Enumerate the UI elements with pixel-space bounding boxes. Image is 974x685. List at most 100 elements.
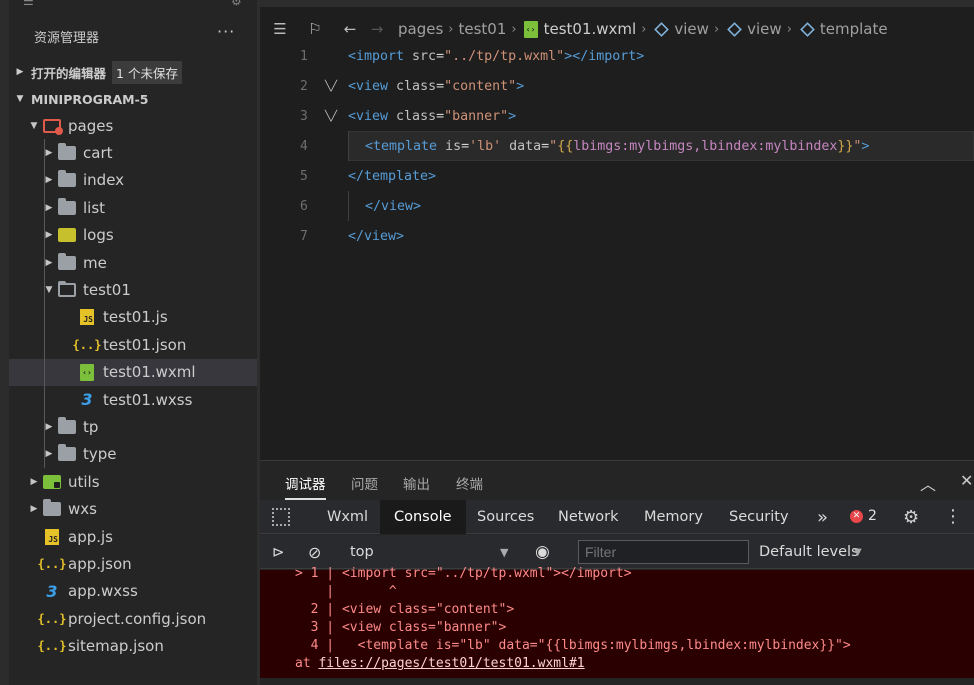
tree-item[interactable]: ▶ cart [9, 139, 260, 167]
breadcrumb-item[interactable]: view [674, 20, 709, 38]
tree-item[interactable]: ▶ type [9, 440, 260, 469]
devtools-tab-console[interactable]: Console [380, 500, 466, 534]
tree-item[interactable]: ‹› test01.wxml [9, 358, 260, 386]
tree-item[interactable]: {..} sitemap.json [9, 632, 260, 659]
tree-item[interactable]: ▶ wxs [9, 495, 260, 522]
js-file-icon: JS [80, 309, 94, 326]
project-section[interactable]: ▼ MINIPROGRAM-5 [9, 86, 260, 112]
devtools-tab-security[interactable]: Security [717, 500, 801, 534]
close-icon[interactable]: ✕ [960, 471, 973, 490]
devtools-tab-memory[interactable]: Memory [632, 500, 715, 534]
tree-item[interactable]: {..} project.config.json [9, 605, 260, 632]
tab-debugger[interactable]: 调试器 [285, 473, 326, 500]
wxml-file-icon: ‹› [523, 20, 538, 38]
tab-output[interactable]: 输出 [403, 473, 430, 493]
settings-icon[interactable]: ⚙ [231, 0, 242, 8]
editor-tab-strip[interactable] [260, 0, 974, 7]
fold-chevron-icon[interactable]: ╲╱ [325, 81, 337, 92]
tree-item-icon: JS [41, 528, 63, 546]
breadcrumb-item[interactable]: test01.wxml [544, 20, 637, 38]
tree-item-label: pages [68, 116, 114, 135]
tree-item-icon [41, 499, 63, 518]
gear-icon[interactable]: ⚙ [903, 507, 919, 528]
eye-icon[interactable]: ◉ [535, 535, 550, 569]
sidebar-toggle-icon[interactable]: ⊳ [272, 535, 285, 569]
tree-item-icon: ‹› [76, 363, 98, 381]
activity-bar [0, 0, 9, 685]
status-strip [260, 678, 974, 685]
json-file-icon: {..} [37, 611, 67, 626]
tree-item[interactable]: ▼ pages [9, 112, 260, 139]
tab-terminal[interactable]: 终端 [456, 473, 483, 493]
css-file-icon: 3 [81, 390, 93, 410]
forward-arrow-icon[interactable]: → [366, 20, 388, 38]
js-file-icon: JS [45, 528, 59, 545]
tree-item[interactable]: ▶ logs [9, 221, 260, 249]
bookmark-icon[interactable]: ⚐ [304, 20, 326, 38]
chevron-right-icon: › [448, 21, 454, 37]
indent-guide [44, 331, 45, 359]
chevron-down-icon[interactable]: ▼ [500, 535, 508, 569]
tree-item[interactable]: JS app.js [9, 523, 260, 550]
inspect-element-icon[interactable] [272, 508, 290, 526]
tree-item[interactable]: ▶ me [9, 248, 260, 277]
code-line[interactable]: 6 </view> [260, 191, 974, 221]
tree-item-icon [56, 281, 78, 299]
breadcrumb-item[interactable]: template [820, 20, 888, 38]
error-source-link[interactable]: files://pages/test01/test01.wxml#1 [318, 656, 584, 671]
tree-item[interactable]: {..} test01.json [9, 331, 260, 359]
filter-input[interactable] [578, 540, 749, 564]
code-line[interactable]: 7 </view> [260, 221, 974, 251]
code-line[interactable]: 2 ╲╱ <view class="content"> [260, 71, 974, 101]
tree-item-label: tp [83, 417, 99, 436]
menu-icon[interactable]: ☰ [23, 0, 34, 8]
code-line[interactable]: 4 <template is='lb' data="{{lbimgs:mylbim… [260, 131, 974, 161]
code-line[interactable]: 1 <import src="../tp/tp.wxml"></import> [260, 41, 974, 71]
element-cube-icon [800, 21, 815, 37]
indent-guide [44, 413, 45, 441]
more-tabs-icon[interactable]: » [817, 500, 828, 534]
tree-item[interactable]: 3 app.wxss [9, 578, 260, 605]
code-line[interactable]: 3 ╲╱ <view class="banner"> [260, 101, 974, 131]
tree-item[interactable]: ▶ index [9, 166, 260, 195]
chevron-up-icon[interactable]: ︿ [920, 471, 936, 495]
tree-item[interactable]: ▶ list [9, 194, 260, 222]
kebab-menu-icon[interactable]: ⋮ [944, 506, 962, 527]
folder-open-icon [58, 281, 76, 298]
code-token: is [445, 138, 462, 154]
breadcrumb-item[interactable]: pages [398, 20, 443, 38]
tree-item[interactable]: JS test01.js [9, 303, 260, 332]
code-area[interactable]: 1 <import src="../tp/tp.wxml"></import> 2 ╲… [260, 41, 974, 251]
tree-item[interactable]: ▼ test01 [9, 276, 260, 304]
chevron-right-icon: ▶ [16, 67, 24, 77]
error-count[interactable]: ✕ 2 [850, 508, 877, 524]
tab-problems[interactable]: 问题 [351, 473, 378, 493]
outline-icon[interactable]: ☰ [269, 20, 291, 38]
code-token: "banner" [444, 108, 509, 124]
breadcrumb-item[interactable]: test01 [458, 20, 506, 38]
tree-item[interactable]: {..} app.json [9, 550, 260, 577]
open-editors-section[interactable]: ▶ 打开的编辑器 1 个未保存 [9, 59, 260, 85]
tree-item-icon [56, 444, 78, 463]
clear-console-icon[interactable]: ⊘ [308, 535, 321, 569]
line-number: 3 [300, 108, 308, 124]
back-arrow-icon[interactable]: ← [339, 20, 361, 38]
breadcrumb-item[interactable]: view [747, 20, 782, 38]
tree-item[interactable]: ▶ tp [9, 413, 260, 441]
context-select[interactable]: top [350, 535, 374, 569]
error-line: 4 | <template is="lb" data="{{lbimgs:myl… [295, 638, 851, 653]
devtools-tab-network[interactable]: Network [546, 500, 631, 534]
logs-folder-icon [58, 228, 76, 243]
chevron-down-icon[interactable]: ▼ [854, 535, 862, 569]
devtools-tab-sources[interactable]: Sources [465, 500, 546, 534]
code-line[interactable]: 5 </template> [260, 161, 974, 191]
tree-item-icon [41, 473, 63, 491]
tree-item[interactable]: ▶ utils [9, 468, 260, 495]
indent-guide [44, 276, 45, 304]
levels-select[interactable]: Default levels [759, 535, 859, 569]
tree-item[interactable]: 3 test01.wxss [9, 385, 260, 414]
element-cube-icon [654, 21, 670, 37]
fold-chevron-icon[interactable]: ╲╱ [325, 111, 337, 122]
devtools-tab-wxml[interactable]: Wxml [315, 500, 380, 534]
more-actions-icon[interactable]: ··· [217, 22, 235, 41]
